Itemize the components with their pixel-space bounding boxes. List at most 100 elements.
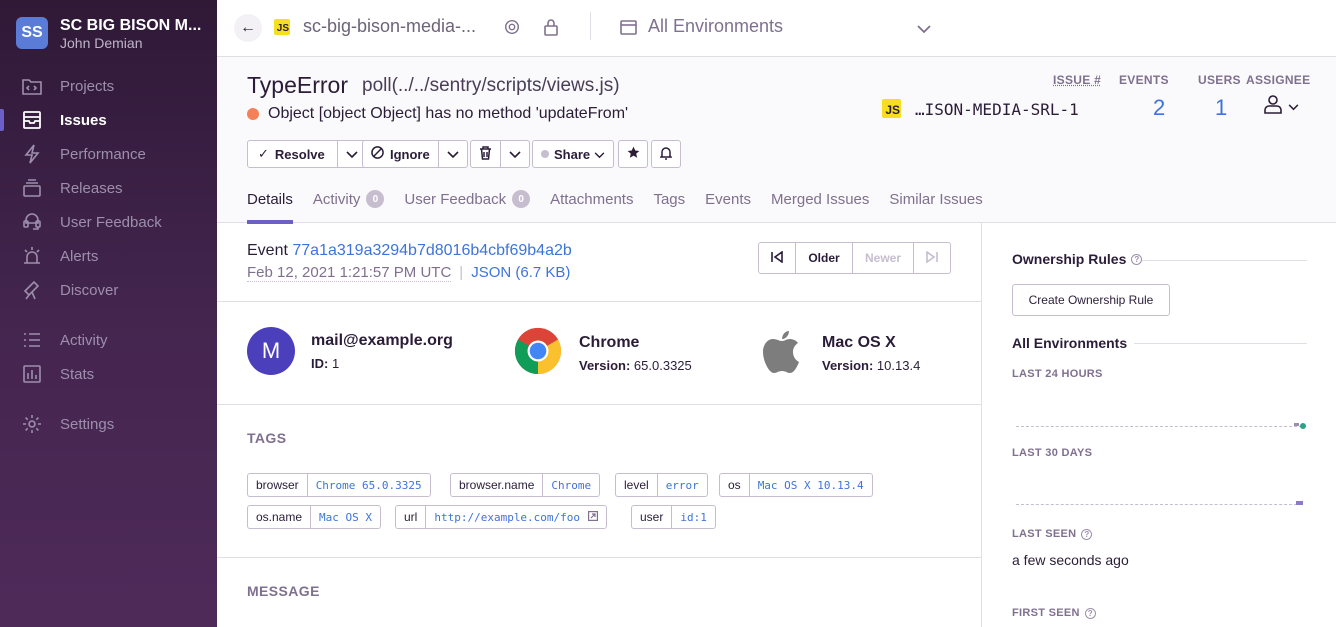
ownership-rules-title: Ownership Rules [1012,251,1127,267]
tab-events[interactable]: Events [705,187,751,211]
external-link-icon[interactable] [588,510,599,524]
user-icon [1263,94,1283,119]
event-label: Event [247,242,288,259]
tab-label: Details [247,190,293,208]
lock-icon[interactable] [543,18,559,41]
sidebar-item-projects[interactable]: Projects [0,69,217,103]
tag-url[interactable]: url http://example.com/foo [395,505,608,529]
chevron-down-icon[interactable] [917,21,931,39]
event-details: Event 77a1a319a3294b7d8016b4cbf69b4a2b F… [217,223,981,627]
chrome-icon [514,327,562,380]
issue-tabs: Details Activity 0 User Feedback 0 Attachm… [247,187,1003,224]
environment-selector[interactable]: All Environments [648,16,783,37]
chevron-down-icon [346,147,358,162]
tag-os[interactable]: os Mac OS X 10.13.4 [719,473,873,497]
calendar-icon [620,19,637,40]
last-seen-label: LAST SEEN [1012,528,1077,540]
issue-number-label: ISSUE # [1053,73,1102,87]
tag-value[interactable]: id:1 [671,506,715,528]
tag-value-link[interactable]: http://example.com/foo [425,506,606,528]
last-30-days-chart[interactable] [1016,504,1302,505]
delete-button[interactable] [471,141,500,167]
sidebar-item-settings[interactable]: Settings [0,407,217,441]
browser-version-label: Version: [579,358,631,373]
users-count[interactable]: 1 [1215,95,1227,121]
environments-heading: All Environments [1012,335,1128,351]
chevron-down-icon [509,147,521,162]
ownership-rules-heading: Ownership Rules ? [1012,251,1143,267]
checkmark-icon: ✓ [258,146,269,161]
json-link[interactable]: JSON (6.7 KB) [471,264,570,282]
tag-os-name[interactable]: os.name Mac OS X [247,505,382,529]
gear-icon[interactable] [503,18,521,41]
help-icon[interactable]: ? [1131,253,1143,265]
share-button[interactable]: Share [532,140,615,168]
event-id-link[interactable]: 77a1a319a3294b7d8016b4cbf69b4a2b [292,242,571,259]
ignore-button-group: Ignore [362,140,468,168]
newer-button[interactable]: Newer [852,243,913,273]
issue-short-id[interactable]: …ISON-MEDIA-SRL-1 [915,100,1079,119]
assignee-selector[interactable] [1263,94,1299,119]
tab-label: User Feedback [404,190,507,208]
tab-similar-issues[interactable]: Similar Issues [889,187,982,211]
bookmark-button[interactable] [618,140,648,168]
org-switcher[interactable]: SS SC BIG BISON M... John Demian [16,17,201,51]
sidebar-item-user-feedback[interactable]: User Feedback [0,205,217,239]
error-level-dot [247,108,259,120]
tab-merged-issues[interactable]: Merged Issues [771,187,869,211]
create-ownership-rule-button[interactable]: Create Ownership Rule [1012,284,1170,316]
oldest-button[interactable] [759,243,795,273]
delete-dropdown[interactable] [500,141,529,167]
resolve-button[interactable]: ✓ Resolve [248,141,337,167]
os-version-label: Version: [822,358,874,373]
ignore-dropdown[interactable] [437,141,467,167]
divider [1142,260,1307,261]
last-24-hours-chart[interactable] [1016,426,1302,427]
tag-level[interactable]: level error [615,473,708,497]
event-meta: Feb 12, 2021 1:21:57 PM UTC | JSON (6.7 … [247,264,570,282]
tag-value[interactable]: Mac OS X [310,506,380,528]
sidebar-item-stats[interactable]: Stats [0,357,217,391]
tag-browser-name[interactable]: browser.name Chrome [450,473,601,497]
event-date: Feb 12, 2021 1:21:57 PM UTC [247,264,452,282]
tag-user[interactable]: user id:1 [631,505,716,529]
message-section-title: MESSAGE [247,583,320,599]
tab-tags[interactable]: Tags [653,187,685,211]
newest-button[interactable] [913,243,950,273]
help-icon[interactable]: ? [1081,528,1093,540]
back-button[interactable]: ← [234,14,262,42]
sidebar-item-alerts[interactable]: Alerts [0,239,217,273]
os-version-row: Version: 10.13.4 [822,358,920,373]
sidebar-item-discover[interactable]: Discover [0,273,217,307]
sidebar-item-issues[interactable]: Issues [0,103,217,137]
divider [217,404,981,405]
older-button[interactable]: Older [795,243,852,273]
divider [590,12,591,40]
events-count[interactable]: 2 [1153,95,1165,121]
chevron-down-icon [594,147,605,162]
help-icon[interactable]: ? [1084,607,1096,619]
tab-label: Attachments [550,190,634,208]
subscribe-button[interactable] [651,140,681,168]
first-seen-heading: FIRST SEEN ? [1012,607,1096,619]
tab-label: Events [705,190,752,208]
tab-user-feedback[interactable]: User Feedback 0 [404,187,531,211]
os-version-value: 10.13.4 [876,358,921,373]
projects-icon [20,74,44,98]
project-name[interactable]: sc-big-bison-media-... [303,16,476,37]
browser-version-value: 65.0.3325 [633,358,692,373]
sidebar-item-releases[interactable]: Releases [0,171,217,205]
separator: | [459,264,464,281]
tab-details[interactable]: Details [247,187,293,224]
tag-browser[interactable]: browser Chrome 65.0.3325 [247,473,431,497]
ignore-button[interactable]: Ignore [363,141,438,167]
tab-activity[interactable]: Activity 0 [313,187,385,211]
tag-value[interactable]: Mac OS X 10.13.4 [748,474,872,496]
tag-value[interactable]: error [656,474,707,496]
tag-value[interactable]: Chrome [542,474,599,496]
tab-label: Similar Issues [889,190,983,208]
sidebar-item-performance[interactable]: Performance [0,137,217,171]
tag-value[interactable]: Chrome 65.0.3325 [306,474,430,496]
sidebar-item-activity[interactable]: Activity [0,323,217,357]
tab-attachments[interactable]: Attachments [550,187,633,211]
